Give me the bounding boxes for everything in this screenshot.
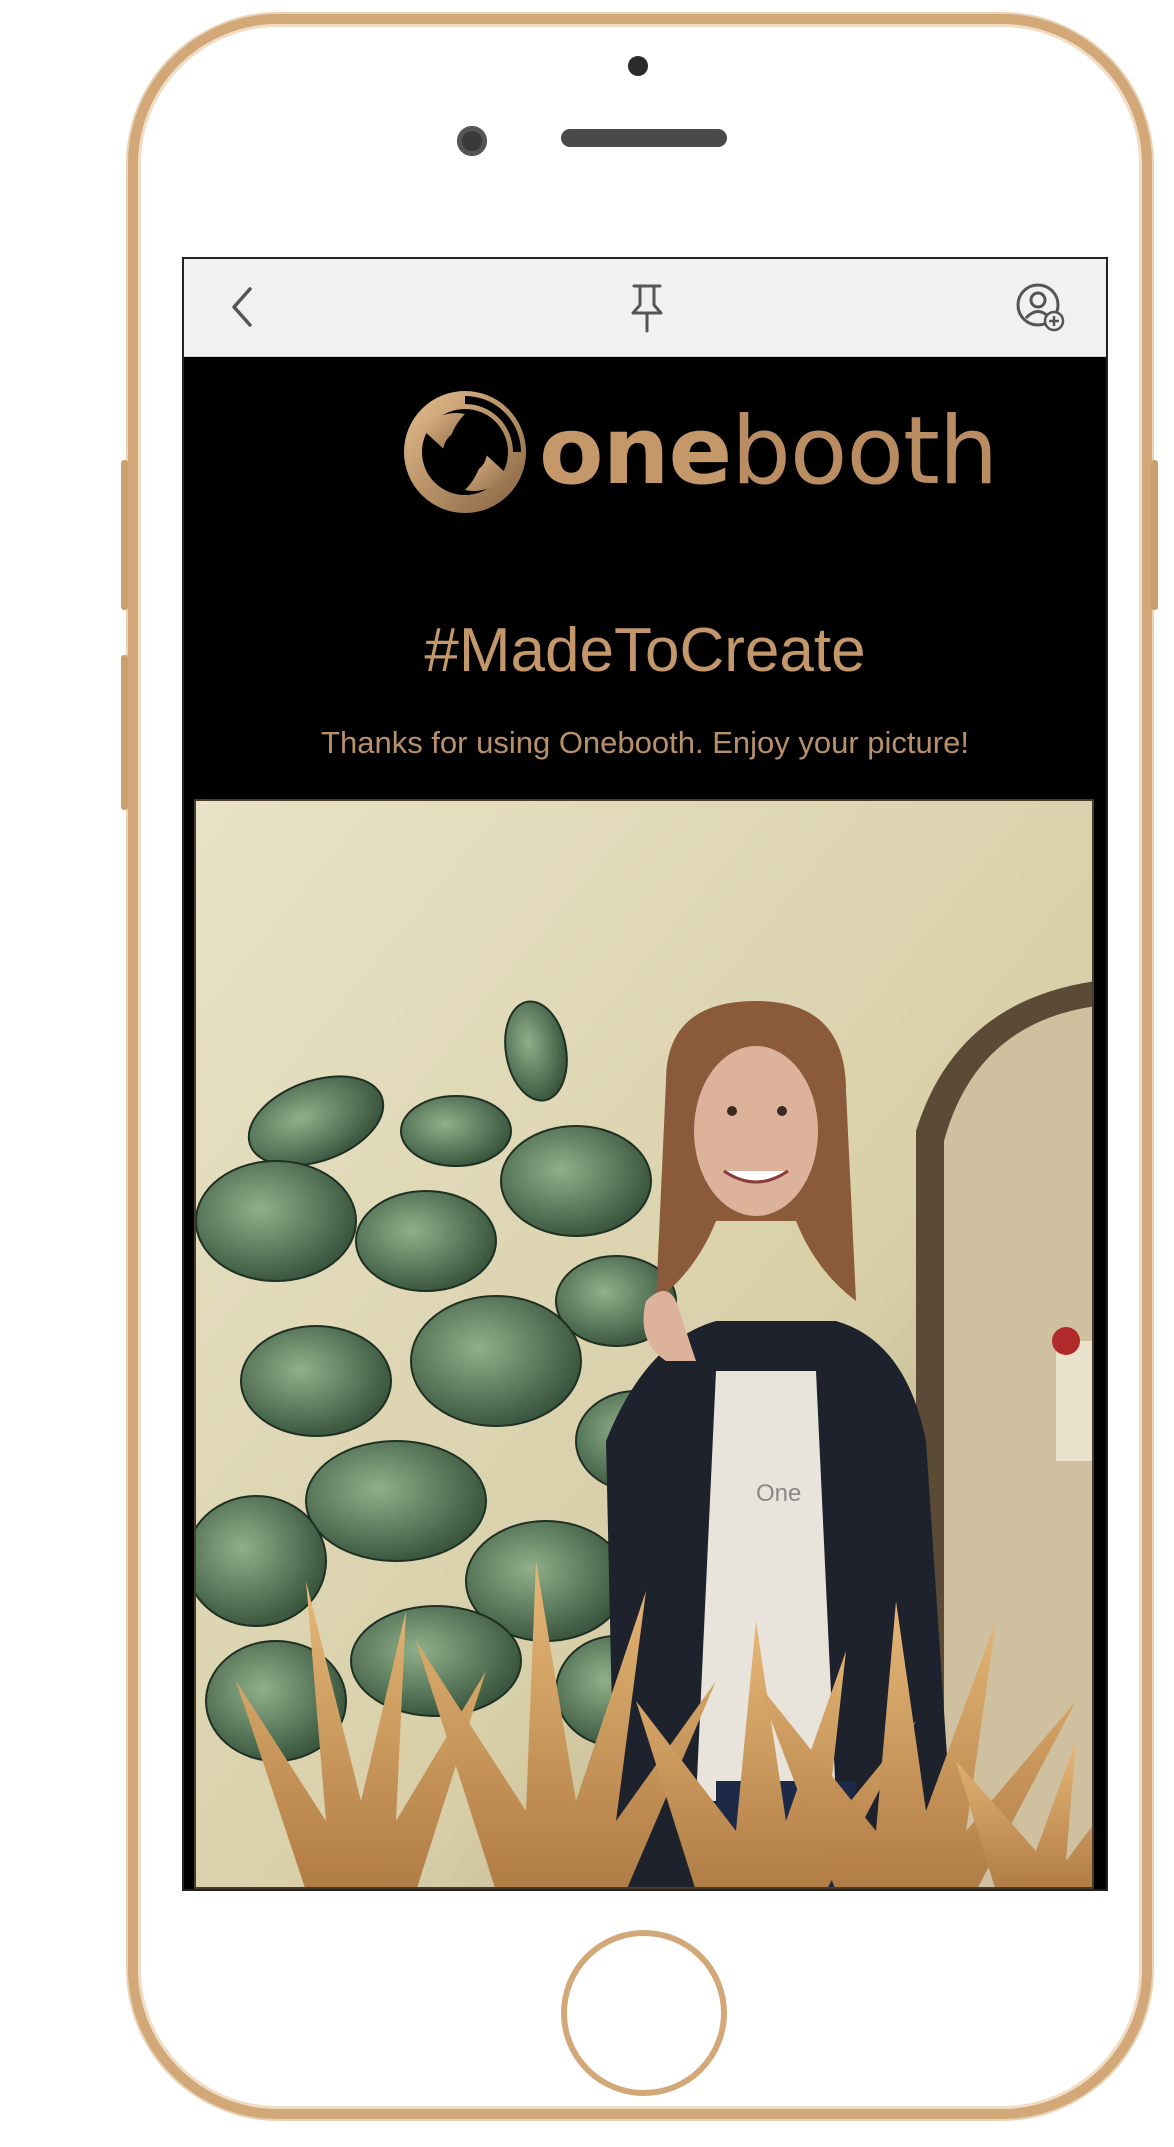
volume-button — [121, 655, 128, 810]
hashtag-heading: #MadeToCreate — [424, 616, 866, 685]
chevron-left-icon[interactable] — [222, 283, 262, 331]
user-add-icon[interactable] — [1014, 281, 1066, 333]
power-button — [1151, 460, 1158, 610]
brand-name-bold: one — [539, 397, 732, 506]
pin-icon[interactable] — [624, 281, 670, 335]
front-camera — [457, 126, 487, 156]
mute-switch — [121, 460, 128, 610]
brand-wordmark: onebooth — [539, 397, 998, 507]
earpiece-speaker — [561, 129, 727, 147]
brand-name-light: booth — [731, 397, 998, 506]
booth-photo[interactable]: One — [194, 799, 1094, 1889]
proximity-sensor — [628, 56, 648, 76]
browser-navbar — [184, 259, 1106, 357]
brand-header: onebooth — [184, 389, 1106, 519]
onebooth-logo-icon — [402, 389, 528, 515]
thanks-message: Thanks for using Onebooth. Enjoy your pi… — [321, 725, 969, 760]
shirt-text: One — [756, 1480, 801, 1507]
home-button[interactable] — [561, 1930, 727, 2096]
phone-screen: onebooth #MadeToCreate Thanks for using … — [182, 257, 1108, 1891]
